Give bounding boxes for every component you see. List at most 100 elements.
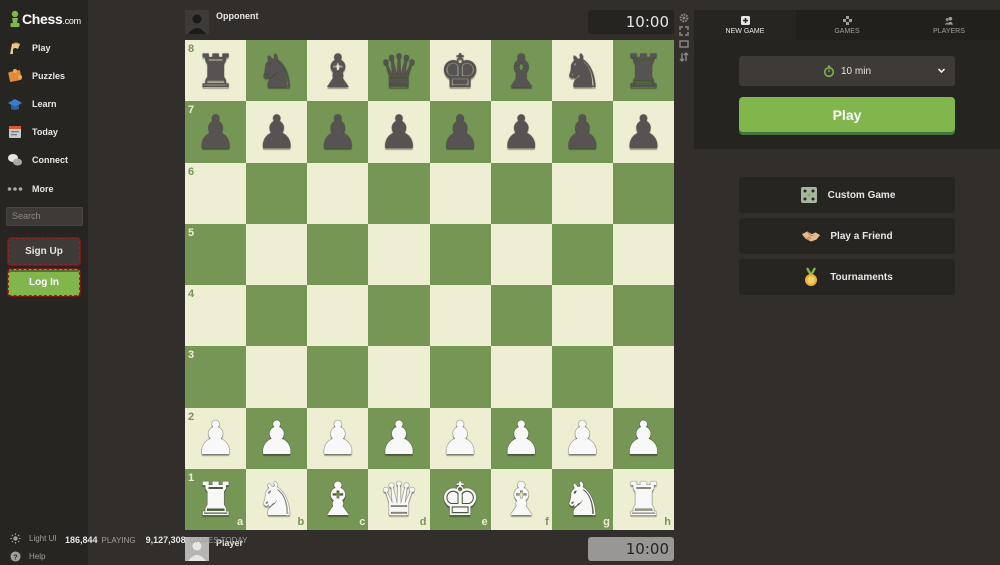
square-e5[interactable] <box>429 223 491 285</box>
white-pawn-piece[interactable]: ♟ <box>378 415 419 461</box>
white-king-piece[interactable]: ♚ <box>439 476 480 522</box>
white-pawn-piece[interactable]: ♟ <box>562 415 603 461</box>
black-rook-piece[interactable]: ♜ <box>195 48 236 94</box>
tournaments-button[interactable]: Tournaments <box>739 259 955 295</box>
white-knight-piece[interactable]: ♞ <box>256 476 297 522</box>
black-queen-piece[interactable]: ♛ <box>378 48 419 94</box>
square-b3[interactable] <box>246 346 308 408</box>
sidebar-item-today[interactable]: Today <box>6 121 86 143</box>
square-a2[interactable]: 2 ♟ <box>185 407 247 469</box>
square-d6[interactable] <box>368 162 430 224</box>
square-e1[interactable]: e ♚ <box>429 468 491 530</box>
square-c2[interactable]: ♟ <box>307 407 369 469</box>
square-d5[interactable] <box>368 223 430 285</box>
square-a7[interactable]: 7 ♟ <box>185 101 247 163</box>
square-h6[interactable] <box>612 162 674 224</box>
search-input[interactable]: Search <box>6 207 83 226</box>
square-e8[interactable]: ♚ <box>429 40 491 102</box>
sidebar-item-puzzles[interactable]: Puzzles <box>6 65 86 87</box>
square-b4[interactable] <box>246 285 308 347</box>
black-pawn-piece[interactable]: ♟ <box>195 109 236 155</box>
black-rook-piece[interactable]: ♜ <box>623 48 664 94</box>
square-b6[interactable] <box>246 162 308 224</box>
square-a1[interactable]: 1 a ♜ <box>185 468 247 530</box>
square-g1[interactable]: g ♞ <box>551 468 613 530</box>
square-c7[interactable]: ♟ <box>307 101 369 163</box>
square-c8[interactable]: ♝ <box>307 40 369 102</box>
black-king-piece[interactable]: ♚ <box>439 48 480 94</box>
tab-games[interactable]: GAMES <box>796 10 898 40</box>
square-g5[interactable] <box>551 223 613 285</box>
square-c5[interactable] <box>307 223 369 285</box>
square-d8[interactable]: ♛ <box>368 40 430 102</box>
square-h7[interactable]: ♟ <box>612 101 674 163</box>
flip-board-icon[interactable] <box>679 52 689 62</box>
black-bishop-piece[interactable]: ♝ <box>317 48 358 94</box>
square-b7[interactable]: ♟ <box>246 101 308 163</box>
square-b2[interactable]: ♟ <box>246 407 308 469</box>
white-bishop-piece[interactable]: ♝ <box>501 476 542 522</box>
theater-mode-icon[interactable] <box>679 39 689 49</box>
white-pawn-piece[interactable]: ♟ <box>439 415 480 461</box>
chess-logo[interactable]: Chess.com <box>9 9 81 29</box>
square-h8[interactable]: ♜ <box>612 40 674 102</box>
square-f3[interactable] <box>490 346 552 408</box>
play-button[interactable]: Play <box>739 97 955 132</box>
square-f1[interactable]: f ♝ <box>490 468 552 530</box>
time-control-select[interactable]: 10 min <box>739 56 955 86</box>
square-h4[interactable] <box>612 285 674 347</box>
square-a5[interactable]: 5 <box>185 223 247 285</box>
square-a3[interactable]: 3 <box>185 346 247 408</box>
square-d2[interactable]: ♟ <box>368 407 430 469</box>
square-c1[interactable]: c ♝ <box>307 468 369 530</box>
square-h3[interactable] <box>612 346 674 408</box>
white-bishop-piece[interactable]: ♝ <box>317 476 358 522</box>
tab-new-game[interactable]: NEW GAME <box>694 10 796 40</box>
square-f4[interactable] <box>490 285 552 347</box>
square-b8[interactable]: ♞ <box>246 40 308 102</box>
square-c6[interactable] <box>307 162 369 224</box>
black-pawn-piece[interactable]: ♟ <box>439 109 480 155</box>
white-pawn-piece[interactable]: ♟ <box>256 415 297 461</box>
sign-up-button[interactable]: Sign Up <box>7 237 81 266</box>
square-c3[interactable] <box>307 346 369 408</box>
black-knight-piece[interactable]: ♞ <box>562 48 603 94</box>
square-f5[interactable] <box>490 223 552 285</box>
white-pawn-piece[interactable]: ♟ <box>501 415 542 461</box>
light-ui-toggle[interactable]: Light UI <box>9 531 57 545</box>
square-d3[interactable] <box>368 346 430 408</box>
square-d4[interactable] <box>368 285 430 347</box>
white-knight-piece[interactable]: ♞ <box>562 476 603 522</box>
play-friend-button[interactable]: Play a Friend <box>739 218 955 254</box>
square-d1[interactable]: d ♛ <box>368 468 430 530</box>
expand-icon[interactable] <box>679 26 689 36</box>
square-h5[interactable] <box>612 223 674 285</box>
white-pawn-piece[interactable]: ♟ <box>623 415 664 461</box>
square-a6[interactable]: 6 <box>185 162 247 224</box>
square-a8[interactable]: 8 ♜ <box>185 40 247 102</box>
white-queen-piece[interactable]: ♛ <box>378 476 419 522</box>
black-knight-piece[interactable]: ♞ <box>256 48 297 94</box>
square-e2[interactable]: ♟ <box>429 407 491 469</box>
settings-gear-icon[interactable] <box>679 13 689 23</box>
square-g6[interactable] <box>551 162 613 224</box>
black-pawn-piece[interactable]: ♟ <box>317 109 358 155</box>
white-pawn-piece[interactable]: ♟ <box>317 415 358 461</box>
square-g4[interactable] <box>551 285 613 347</box>
square-a4[interactable]: 4 <box>185 285 247 347</box>
square-e6[interactable] <box>429 162 491 224</box>
black-pawn-piece[interactable]: ♟ <box>623 109 664 155</box>
square-g3[interactable] <box>551 346 613 408</box>
square-g2[interactable]: ♟ <box>551 407 613 469</box>
square-h1[interactable]: h ♜ <box>612 468 674 530</box>
white-rook-piece[interactable]: ♜ <box>623 476 664 522</box>
square-g8[interactable]: ♞ <box>551 40 613 102</box>
sidebar-item-learn[interactable]: Learn <box>6 93 86 115</box>
log-in-button[interactable]: Log In <box>7 268 81 297</box>
square-c4[interactable] <box>307 285 369 347</box>
tab-players[interactable]: PLAYERS <box>898 10 1000 40</box>
square-d7[interactable]: ♟ <box>368 101 430 163</box>
black-pawn-piece[interactable]: ♟ <box>378 109 419 155</box>
square-f7[interactable]: ♟ <box>490 101 552 163</box>
square-f6[interactable] <box>490 162 552 224</box>
